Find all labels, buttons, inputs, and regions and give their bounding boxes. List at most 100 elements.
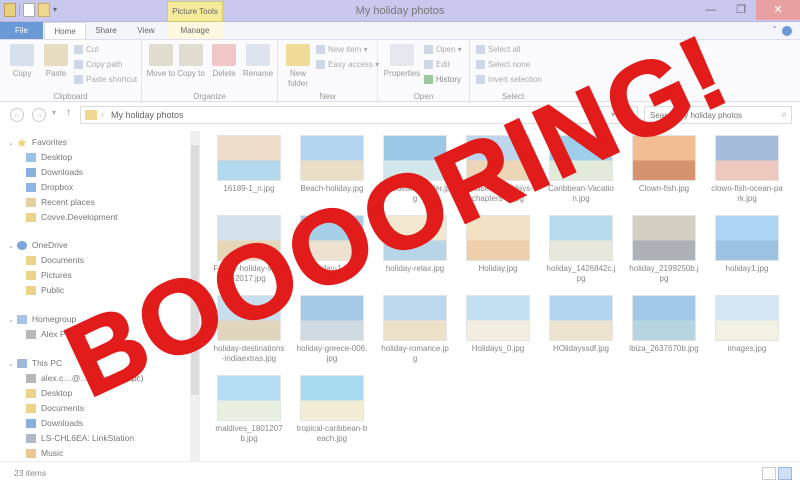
nav-this-pc[interactable]: ⌄ This PC (8, 356, 62, 371)
file-thumbnail[interactable] (632, 135, 696, 181)
file-item[interactable]: holiday-1.jpg (296, 215, 368, 274)
tab-home[interactable]: Home (44, 22, 86, 39)
file-thumbnail[interactable] (466, 135, 530, 181)
address-bar[interactable]: › My holiday photos ▾ ↻ (80, 106, 638, 124)
nav-documents[interactable]: Documents (26, 253, 84, 268)
nav-downloads[interactable]: Downloads (26, 165, 83, 180)
collapse-chevron-icon[interactable]: ⌄ (8, 317, 14, 324)
file-item[interactable]: holiday-destinations-indiaextras.jpg (213, 295, 285, 364)
paste-shortcut-button[interactable]: Paste shortcut (74, 75, 137, 85)
close-button[interactable]: ✕ (756, 0, 800, 20)
cut-button[interactable]: Cut (74, 45, 98, 55)
file-thumbnail[interactable] (383, 295, 447, 341)
file-thumbnail[interactable] (715, 135, 779, 181)
file-item[interactable]: maldives_1801207b.jpg (213, 375, 285, 444)
file-item[interactable]: Caribbean-Vacation.jpg (545, 135, 617, 204)
collapse-ribbon-icon[interactable]: ⌃ (771, 25, 778, 34)
nav-music[interactable]: Music (26, 446, 63, 461)
file-thumbnail[interactable] (217, 135, 281, 181)
file-thumbnail[interactable] (632, 295, 696, 341)
file-thumbnail[interactable] (466, 215, 530, 261)
select-none-button[interactable]: Select none (476, 60, 530, 70)
up-arrow-icon[interactable]: ↑ (66, 107, 71, 118)
paste-button[interactable]: Paste (40, 44, 72, 79)
edit-button[interactable]: Edit (424, 60, 450, 70)
nav-alex-potoge[interactable]: Alex Potoge (26, 327, 87, 342)
tab-manage[interactable]: Manage (167, 22, 223, 39)
file-item[interactable]: Holidays_0.jpg (462, 295, 534, 354)
copy-to-button[interactable]: Copy to (176, 44, 206, 79)
details-view-button[interactable] (762, 467, 776, 480)
nav-pc-desktop[interactable]: Desktop (26, 386, 72, 401)
nav-scrollbar[interactable] (190, 131, 199, 461)
open-button[interactable]: Open ▾ (424, 45, 462, 55)
file-thumbnail[interactable] (383, 215, 447, 261)
recent-locations-icon[interactable]: ▾ (52, 108, 56, 117)
nav-alex-account[interactable]: alex.c…@…il.com (alexpc) (26, 371, 144, 386)
nav-recent-places[interactable]: Recent places (26, 195, 95, 210)
tab-view[interactable]: View (126, 22, 166, 39)
file-item[interactable]: holiday-romance.jpg (379, 295, 451, 364)
breadcrumb-chevron-icon[interactable]: › (101, 110, 104, 119)
file-item[interactable]: holiday_1426842c.jpg (545, 215, 617, 284)
file-item[interactable]: 16189-1_n.jpg (213, 135, 285, 194)
nav-dropbox[interactable]: Dropbox (26, 180, 73, 195)
file-thumbnail[interactable] (549, 135, 613, 181)
file-thumbnail[interactable] (715, 215, 779, 261)
file-thumbnail[interactable] (300, 375, 364, 421)
file-item[interactable]: tropical-caribbean-beach.jpg (296, 375, 368, 444)
file-thumbnail[interactable] (300, 295, 364, 341)
select-all-button[interactable]: Select all (476, 45, 520, 55)
nav-homegroup[interactable]: ⌄ Homegroup (8, 312, 76, 327)
file-item[interactable]: Clown-fish.jpg (628, 135, 700, 194)
nav-scrollbar-thumb[interactable] (191, 145, 199, 395)
properties-button[interactable]: Properties (382, 44, 422, 79)
file-item[interactable]: caribbean-holidays-chapters-vi.jpg (462, 135, 534, 204)
collapse-chevron-icon[interactable]: ⌄ (8, 243, 14, 250)
file-thumbnail[interactable] (632, 215, 696, 261)
refresh-icon[interactable]: ↻ (624, 109, 632, 120)
collapse-chevron-icon[interactable]: ⌄ (8, 140, 14, 147)
file-item[interactable]: ibiza_2637670b.jpg (628, 295, 700, 354)
file-thumbnail[interactable] (549, 215, 613, 261)
file-item[interactable]: Beach-holiday.jpg (296, 135, 368, 194)
move-to-button[interactable]: Move to (146, 44, 176, 79)
file-item[interactable]: caribbean-header.jpg (379, 135, 451, 204)
new-item-button[interactable]: New item ▾ (316, 45, 368, 55)
file-item[interactable]: Family-holiday-spec-2017.jpg (213, 215, 285, 284)
file-thumbnail[interactable] (549, 295, 613, 341)
file-item[interactable]: Holiday.jpg (462, 215, 534, 274)
search-input[interactable] (645, 107, 769, 123)
file-item[interactable]: clown-fish-ocean-park.jpg (711, 135, 783, 204)
delete-button[interactable]: Delete (208, 44, 240, 79)
file-thumbnail[interactable] (217, 295, 281, 341)
search-icon[interactable]: ⌕ (781, 109, 787, 120)
copy-button[interactable]: Copy (6, 44, 38, 79)
help-icon[interactable] (782, 26, 792, 36)
file-item[interactable]: holiday-greece-006.jpg (296, 295, 368, 364)
file-item[interactable]: HOlidayssdf.jpg (545, 295, 617, 354)
tab-share[interactable]: Share (86, 22, 126, 39)
copy-path-button[interactable]: Copy path (74, 60, 122, 70)
address-dropdown-icon[interactable]: ▾ (611, 110, 615, 119)
maximize-button[interactable]: ❐ (726, 0, 756, 20)
nav-covve[interactable]: Covve.Development (26, 210, 118, 225)
file-thumbnail[interactable] (300, 135, 364, 181)
file-thumbnail[interactable] (466, 295, 530, 341)
large-icons-view-button[interactable] (778, 467, 792, 480)
nav-linkstation[interactable]: LS-CHL6EA: LinkStation (26, 431, 134, 446)
collapse-chevron-icon[interactable]: ⌄ (8, 361, 14, 368)
nav-pc-documents[interactable]: Documents (26, 401, 84, 416)
search-box[interactable]: ⌕ (644, 106, 792, 124)
file-item[interactable]: holiday_2199250b.jpg (628, 215, 700, 284)
file-thumbnail[interactable] (715, 295, 779, 341)
minimize-button[interactable]: — (696, 0, 726, 20)
nav-pc-downloads[interactable]: Downloads (26, 416, 83, 431)
file-item[interactable]: images.jpg (711, 295, 783, 354)
file-item[interactable]: holiday1.jpg (711, 215, 783, 274)
invert-selection-button[interactable]: Invert selection (476, 75, 542, 85)
nav-pictures[interactable]: Pictures (26, 268, 72, 283)
nav-onedrive[interactable]: ⌄ OneDrive (8, 238, 68, 253)
back-button[interactable]: ← (10, 108, 24, 122)
file-thumbnail[interactable] (300, 215, 364, 261)
